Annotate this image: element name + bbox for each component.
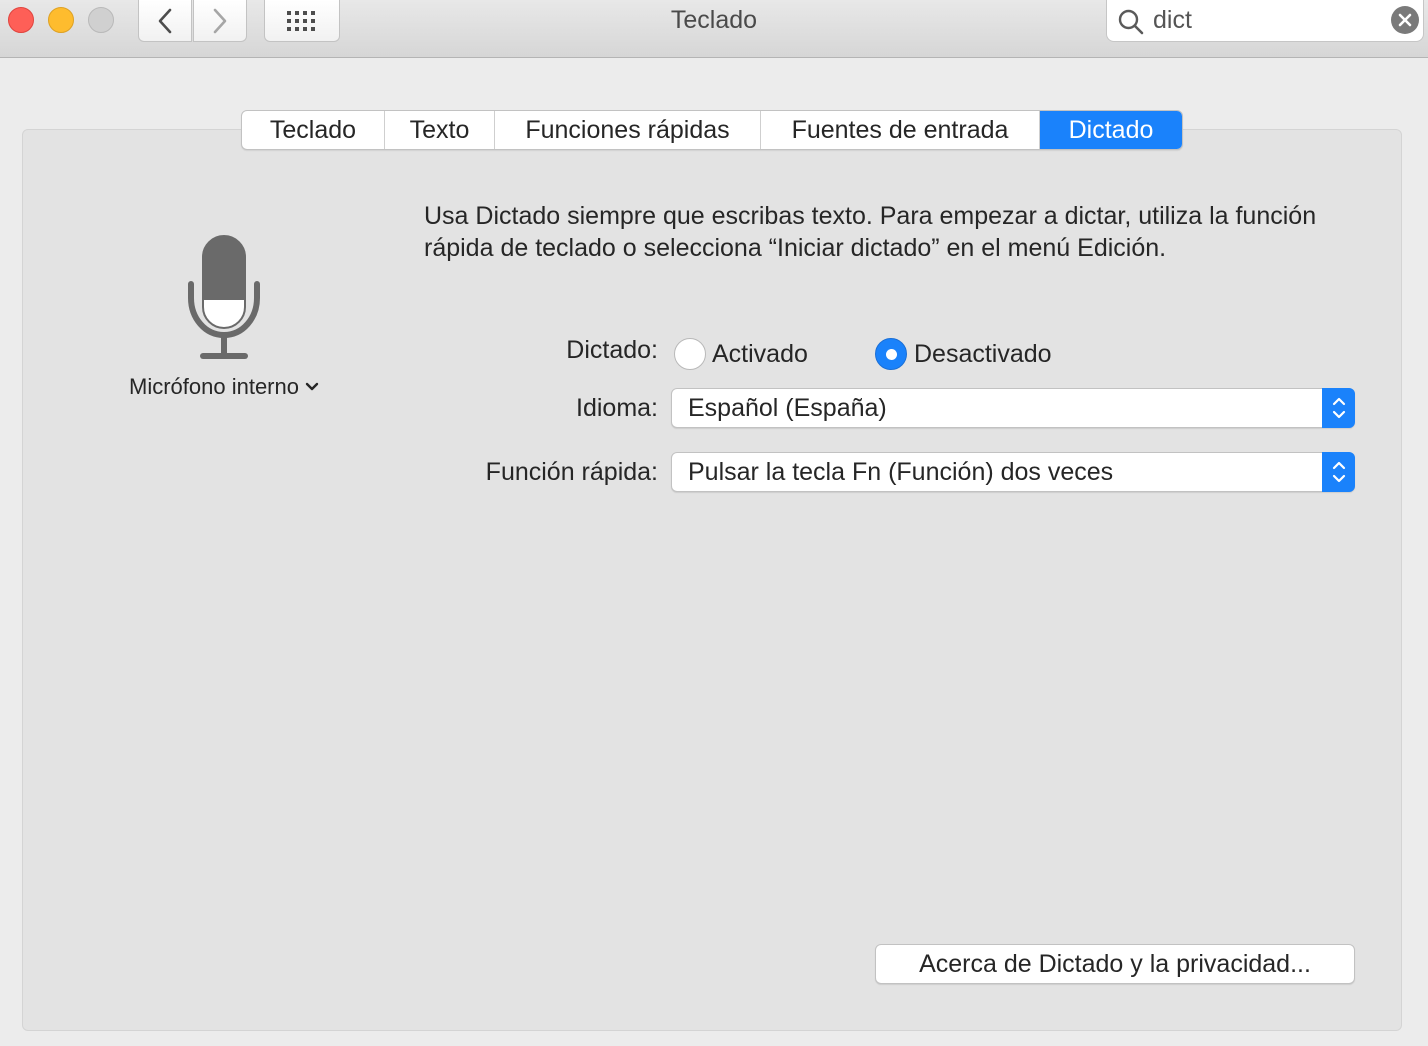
tab-teclado[interactable]: Teclado <box>242 111 385 149</box>
radio-selected-dot <box>885 348 897 360</box>
about-dictation-privacy-button[interactable]: Acerca de Dictado y la privacidad... <box>875 944 1355 984</box>
updown-chevron-icon <box>1332 461 1345 483</box>
language-select[interactable]: Español (España) <box>671 388 1355 428</box>
chevron-left-icon <box>158 8 172 33</box>
radio-activado[interactable] <box>674 338 706 370</box>
grid-icon <box>287 10 315 31</box>
microphone-source-label: Micrófono interno <box>129 374 299 399</box>
updown-chevron-icon <box>1332 397 1345 419</box>
radio-activado-label[interactable]: Activado <box>712 340 808 369</box>
window-title: Teclado <box>670 6 758 34</box>
radio-desactivado-label[interactable]: Desactivado <box>914 340 1052 369</box>
title-bar: Teclado <box>0 0 1428 58</box>
language-label: Idioma: <box>576 394 658 422</box>
dictation-description: Usa Dictado siempre que escribas texto. … <box>424 202 1317 262</box>
search-input[interactable] <box>1153 4 1383 36</box>
zoom-window-button <box>88 7 114 33</box>
tab-bar: Teclado Texto Funciones rápidas Fuentes … <box>241 110 1183 150</box>
microphone-source-selector[interactable]: Micrófono interno <box>129 374 319 400</box>
minimize-window-button[interactable] <box>48 7 74 33</box>
microphone-icon <box>188 235 260 359</box>
dictation-label: Dictado: <box>566 336 658 364</box>
search-icon <box>1118 9 1144 35</box>
language-value: Español (España) <box>688 394 887 422</box>
radio-desactivado[interactable] <box>875 338 907 370</box>
tab-texto[interactable]: Texto <box>385 111 495 149</box>
show-all-button[interactable] <box>264 0 340 42</box>
shortcut-value: Pulsar la tecla Fn (Función) dos veces <box>688 458 1114 486</box>
search-field[interactable] <box>1106 0 1424 42</box>
shortcut-stepper[interactable] <box>1322 452 1355 492</box>
close-icon <box>1398 13 1412 27</box>
close-window-button[interactable] <box>8 7 34 33</box>
chevron-right-icon <box>213 8 227 33</box>
tab-dictado[interactable]: Dictado <box>1040 111 1182 149</box>
tab-fuentes-de-entrada[interactable]: Fuentes de entrada <box>761 111 1040 149</box>
shortcut-label: Función rápida: <box>485 458 658 486</box>
forward-button[interactable] <box>193 0 247 42</box>
shortcut-select[interactable]: Pulsar la tecla Fn (Función) dos veces <box>671 452 1355 492</box>
clear-search-button[interactable] <box>1391 6 1419 34</box>
language-stepper[interactable] <box>1322 388 1355 428</box>
back-button[interactable] <box>138 0 192 42</box>
tab-funciones-rapidas[interactable]: Funciones rápidas <box>495 111 761 149</box>
chevron-down-icon <box>305 382 319 391</box>
